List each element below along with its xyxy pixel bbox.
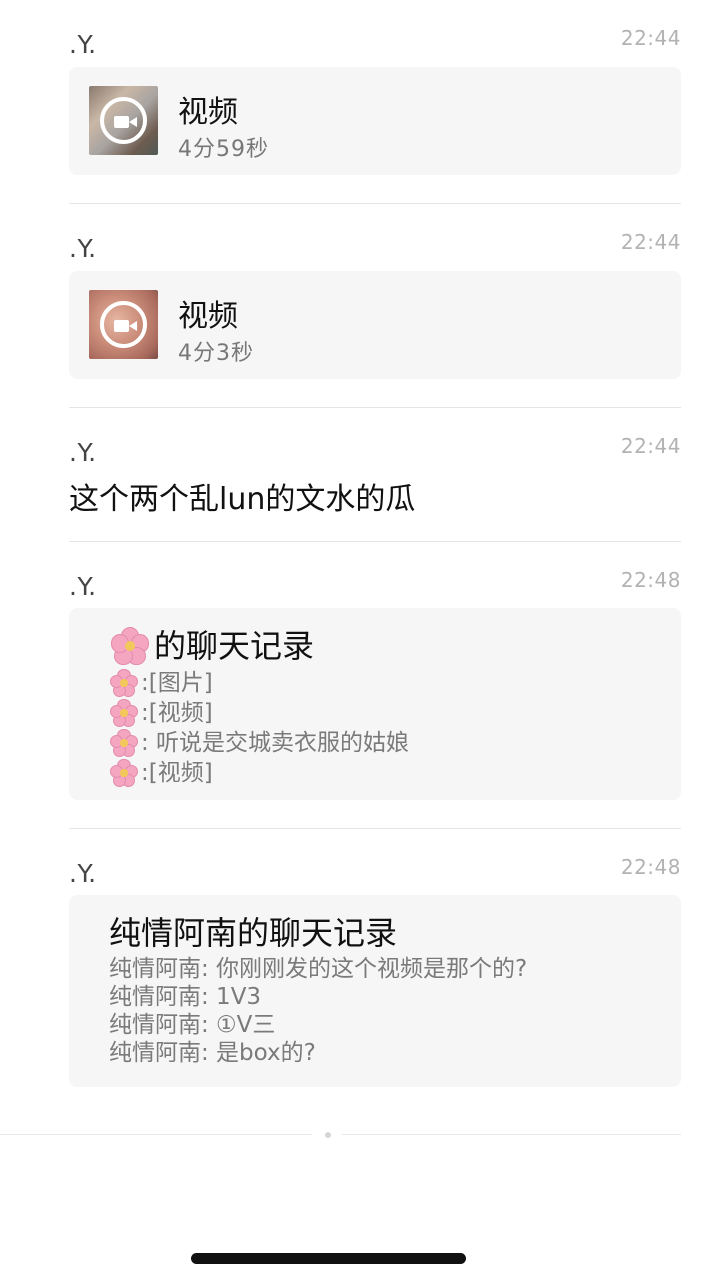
video-duration: 4分3秒 (178, 341, 254, 366)
message-time: 22:48 (620, 568, 681, 592)
video-thumbnail[interactable] (89, 290, 158, 359)
chat-record-line: 纯情阿南: 1V3 (109, 984, 262, 1010)
message-item: .Y. 22:44 视频 4分3秒 (69, 230, 681, 379)
message-time: 22:44 (620, 26, 681, 50)
chat-record-title: 的聊天记录 (109, 624, 681, 668)
message-item: .Y. 22:48 的聊天记录 :[图片] :[视频] : 听说是交城卖衣服的姑… (69, 568, 681, 800)
message-item: .Y. 22:44 这个两个乱lun的文水的瓜 (69, 434, 681, 518)
message-text[interactable]: 这个两个乱lun的文水的瓜 (69, 474, 681, 518)
video-thumbnail[interactable] (89, 86, 158, 155)
message-header: .Y. 22:44 (69, 230, 681, 270)
end-divider-left (0, 1134, 312, 1135)
sender-name: .Y. (69, 234, 97, 263)
divider (69, 407, 681, 408)
message-time: 22:48 (620, 855, 681, 879)
video-camera-icon (100, 97, 147, 144)
video-title: 视频 (178, 95, 238, 130)
message-header: .Y. 22:44 (69, 26, 681, 66)
divider (69, 828, 681, 829)
video-title: 视频 (178, 299, 238, 334)
message-item: .Y. 22:48 纯情阿南的聊天记录 纯情阿南: 你刚刚发的这个视频是那个的?… (69, 855, 681, 1087)
message-time: 22:44 (620, 230, 681, 254)
sender-name: .Y. (69, 30, 97, 59)
home-indicator[interactable] (191, 1253, 466, 1264)
chat-record-line: 纯情阿南: 是box的? (109, 1040, 316, 1066)
chat-record-line-text: : 听说是交城卖衣服的姑娘 (141, 730, 410, 756)
chat-record-card[interactable]: 的聊天记录 :[图片] :[视频] : 听说是交城卖衣服的姑娘 :[视频] (69, 608, 681, 800)
chat-record-line: :[视频] (109, 758, 681, 788)
message-header: .Y. 22:44 (69, 434, 681, 474)
cherry-blossom-icon (109, 668, 139, 698)
divider (69, 541, 681, 542)
chat-record-title-text: 的聊天记录 (154, 627, 315, 665)
message-header: .Y. 22:48 (69, 855, 681, 895)
cherry-blossom-icon (109, 728, 139, 758)
cherry-blossom-icon (109, 625, 151, 667)
divider (69, 203, 681, 204)
cherry-blossom-icon (109, 758, 139, 788)
video-card[interactable]: 视频 4分59秒 (69, 67, 681, 175)
chat-record-line-text: :[图片] (141, 670, 213, 696)
chat-record-card[interactable]: 纯情阿南的聊天记录 纯情阿南: 你刚刚发的这个视频是那个的? 纯情阿南: 1V3… (69, 895, 681, 1087)
end-divider-right (342, 1134, 681, 1135)
chat-record-title: 纯情阿南的聊天记录 (109, 914, 398, 952)
favorites-detail-page: .Y. 22:44 视频 4分59秒 .Y. 22:44 视频 4分3秒 .Y.… (0, 0, 713, 1280)
message-time: 22:44 (620, 434, 681, 458)
sender-name: .Y. (69, 438, 97, 467)
video-card[interactable]: 视频 4分3秒 (69, 271, 681, 379)
chat-record-line-text: :[视频] (141, 760, 213, 786)
end-dot (325, 1132, 331, 1138)
message-header: .Y. 22:48 (69, 568, 681, 608)
cherry-blossom-icon (109, 698, 139, 728)
chat-record-line: : 听说是交城卖衣服的姑娘 (109, 728, 681, 758)
video-camera-icon (100, 301, 147, 348)
chat-record-line: 纯情阿南: 你刚刚发的这个视频是那个的? (109, 956, 528, 982)
sender-name: .Y. (69, 859, 97, 888)
video-duration: 4分59秒 (178, 137, 269, 162)
message-item: .Y. 22:44 视频 4分59秒 (69, 26, 681, 175)
chat-record-line: :[图片] (109, 668, 681, 698)
sender-name: .Y. (69, 572, 97, 601)
chat-record-line: 纯情阿南: ①V三 (109, 1012, 276, 1038)
chat-record-line: :[视频] (109, 698, 681, 728)
chat-record-line-text: :[视频] (141, 700, 213, 726)
